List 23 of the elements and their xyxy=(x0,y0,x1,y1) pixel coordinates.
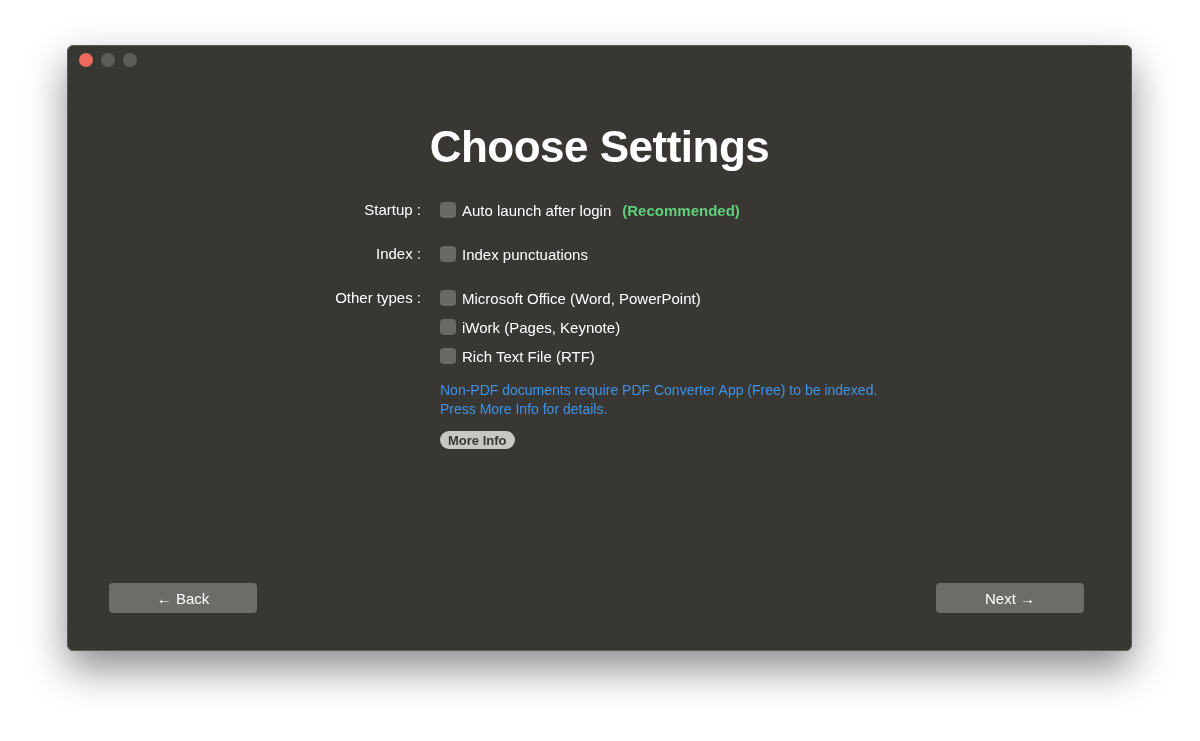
recommended-note: (Recommended) xyxy=(622,201,740,219)
option-label[interactable]: Auto launch after login xyxy=(462,201,612,219)
info-text: Non-PDF documents require PDF Converter App (Free) to be indexed. xyxy=(440,381,878,400)
window-control-icon[interactable] xyxy=(123,53,137,67)
info-text: Press More Info for details. xyxy=(440,400,609,419)
section-label: Index : xyxy=(374,244,421,264)
option-label[interactable]: Microsoft Office (Word, PowerPoint) xyxy=(462,289,701,307)
checkbox[interactable] xyxy=(440,348,456,364)
checkbox[interactable] xyxy=(440,202,456,218)
section-label: Other types : xyxy=(334,288,421,308)
option-label[interactable]: Rich Text File (RTF) xyxy=(462,347,595,365)
window-control-icon[interactable] xyxy=(79,53,93,67)
checkbox[interactable] xyxy=(440,290,456,306)
option-label[interactable]: Index punctuations xyxy=(462,245,588,263)
page-title: Choose Settings xyxy=(428,121,771,173)
next-button[interactable]: Next → xyxy=(936,583,1084,613)
window-control-icon[interactable] xyxy=(101,53,115,67)
option-label[interactable]: iWork (Pages, Keynote) xyxy=(462,318,621,336)
section-label: Startup : xyxy=(363,200,421,220)
checkbox[interactable] xyxy=(440,319,456,335)
checkbox[interactable] xyxy=(440,246,456,262)
back-button[interactable]: ← Back xyxy=(109,583,257,613)
more-info-button[interactable]: More Info xyxy=(440,431,515,449)
